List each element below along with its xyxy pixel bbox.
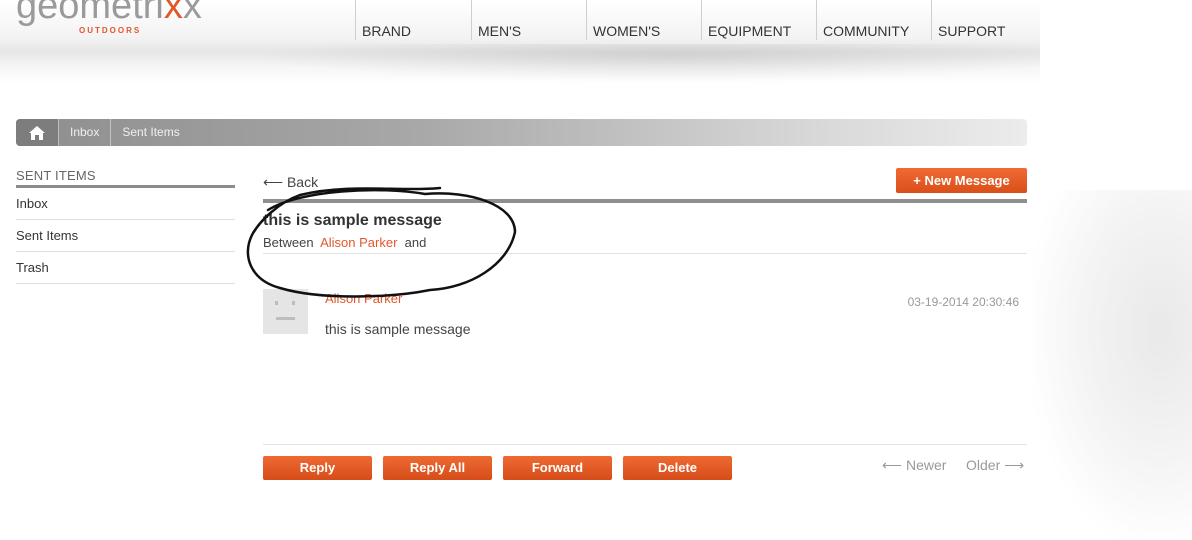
message-sender[interactable]: Alison Parker <box>325 291 402 306</box>
older-link[interactable]: Older ⟶ <box>966 457 1024 474</box>
reply-button[interactable]: Reply <box>263 456 372 480</box>
logo-text-end: x <box>182 0 202 27</box>
nav-mens[interactable]: MEN'S <box>471 0 586 40</box>
header-shadow <box>220 44 1040 84</box>
newer-label: Newer <box>905 457 947 473</box>
message-body: this is sample message <box>325 321 471 337</box>
newer-link[interactable]: ⟵ Newer <box>882 457 946 474</box>
message-view: ⟵ Back + New Message this is sample mess… <box>263 168 1027 508</box>
divider <box>263 199 1027 203</box>
delete-button[interactable]: Delete <box>623 456 732 480</box>
nav-support[interactable]: SUPPORT <box>931 0 1046 40</box>
reply-all-button[interactable]: Reply All <box>383 456 492 480</box>
older-label: Older <box>966 457 1001 473</box>
nav-community[interactable]: COMMUNITY <box>816 0 931 40</box>
sidebar-item-trash[interactable]: Trash <box>16 252 235 284</box>
sidebar: SENT ITEMS Inbox Sent Items Trash <box>16 168 235 284</box>
new-message-button[interactable]: + New Message <box>896 168 1027 193</box>
decorative-background-shape <box>1032 190 1192 540</box>
sidebar-title: SENT ITEMS <box>16 168 235 188</box>
logo-x: x <box>163 0 183 27</box>
and-label: and <box>404 235 427 250</box>
geometrix-logo[interactable]: geometrixx OUTDOORS <box>16 0 202 35</box>
message-date: 03-19-2014 20:30:46 <box>907 295 1019 309</box>
divider <box>263 444 1027 445</box>
breadcrumb-inbox[interactable]: Inbox <box>59 119 112 146</box>
home-icon <box>29 125 45 140</box>
logo-tagline: OUTDOORS <box>79 26 142 35</box>
participant-link[interactable]: Alison Parker <box>320 235 397 250</box>
forward-button[interactable]: Forward <box>503 456 612 480</box>
logo-text: geometri <box>16 0 164 27</box>
breadcrumb: Inbox Sent Items <box>16 119 1027 146</box>
sidebar-item-sent-items[interactable]: Sent Items <box>16 220 235 252</box>
nav-womens[interactable]: WOMEN'S <box>586 0 701 40</box>
arrow-right-icon: ⟶ <box>1004 457 1025 473</box>
breadcrumb-home[interactable] <box>16 119 59 146</box>
arrow-left-icon: ⟵ <box>882 457 903 473</box>
between-label: Between <box>263 235 314 250</box>
back-link[interactable]: ⟵ Back <box>263 174 318 191</box>
default-avatar-icon <box>275 301 295 320</box>
nav-brand[interactable]: BRAND <box>355 0 471 40</box>
sidebar-item-inbox[interactable]: Inbox <box>16 188 235 220</box>
top-navigation: BRAND MEN'S WOMEN'S EQUIPMENT COMMUNITY … <box>355 0 1046 40</box>
back-label: Back <box>286 174 319 190</box>
nav-equipment[interactable]: EQUIPMENT <box>701 0 816 40</box>
participants: Between Alison Parker and <box>263 235 426 250</box>
arrow-left-icon: ⟵ <box>263 174 284 190</box>
divider <box>263 253 1027 254</box>
message-subject: this is sample message <box>263 212 442 229</box>
breadcrumb-sent-items[interactable]: Sent Items <box>111 119 190 146</box>
avatar <box>263 289 308 334</box>
